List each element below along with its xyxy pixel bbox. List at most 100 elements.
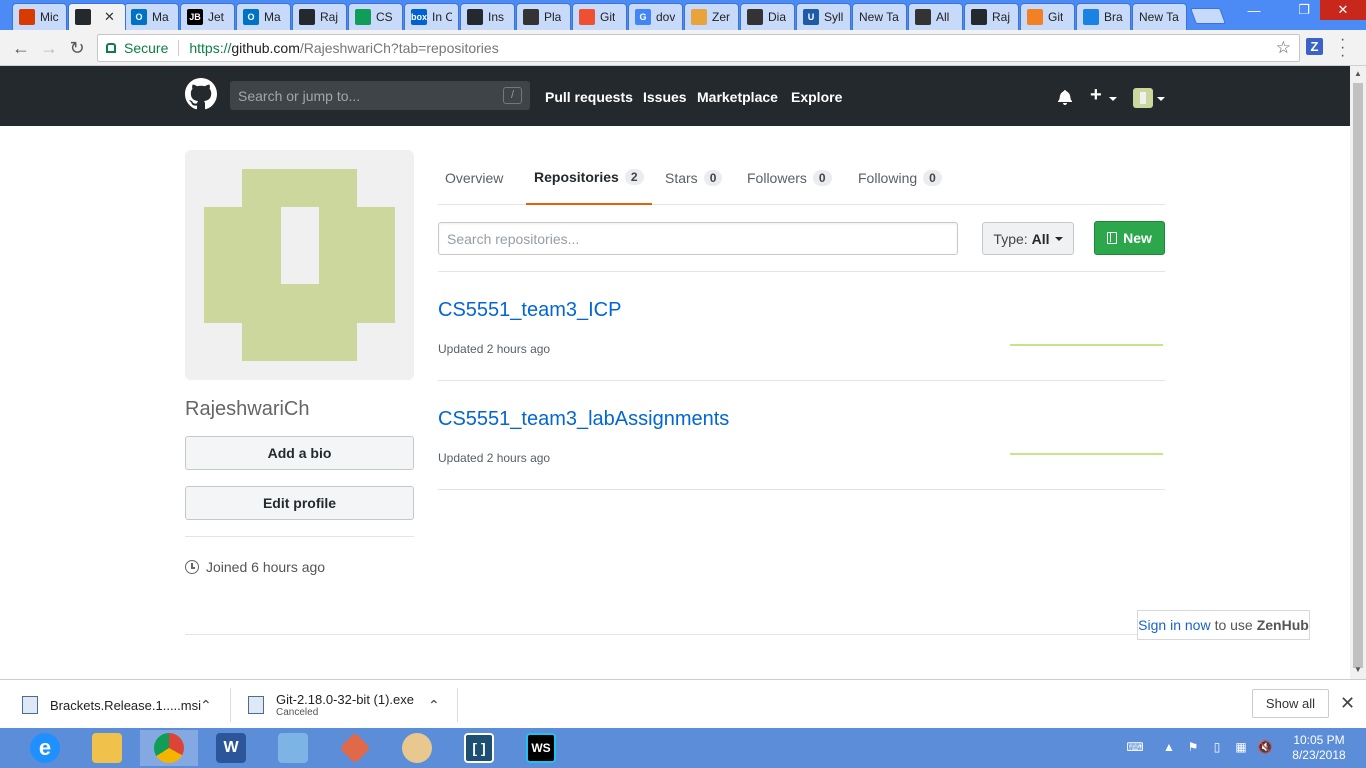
show-hidden-icons-chevron-icon[interactable]: ▲ xyxy=(1160,740,1178,756)
chrome-menu-icon[interactable]: · · · xyxy=(1340,32,1345,64)
webstorm-icon[interactable]: WS xyxy=(512,730,570,766)
browser-tab[interactable]: Gdov xyxy=(628,3,683,30)
tab-repositories[interactable]: Repositories 2 xyxy=(526,150,652,205)
zenhub-brand: ZenHub xyxy=(1256,617,1309,633)
browser-tab[interactable]: JB Jet xyxy=(180,3,235,30)
chrome-taskbar-icon[interactable] xyxy=(140,730,198,766)
window-close-icon[interactable]: ✕ xyxy=(1320,0,1366,20)
browser-tab[interactable]: Bra xyxy=(1076,3,1131,30)
keyboard-icon[interactable]: ⌨ xyxy=(1122,740,1148,756)
browser-tab[interactable]: O Ma xyxy=(124,3,179,30)
minimize-icon[interactable]: — xyxy=(1240,0,1268,20)
create-new-caret-icon[interactable] xyxy=(1109,97,1117,101)
repo-search-input[interactable] xyxy=(438,222,958,255)
tab-stars[interactable]: Stars 0 xyxy=(657,150,730,205)
type-filter-dropdown[interactable]: Type: All xyxy=(982,222,1074,255)
download-item[interactable]: Git-2.18.0-32-bit (1).exe Canceled ⌃ xyxy=(248,688,440,722)
browser-tab-label: Mic xyxy=(40,10,59,24)
signal-strength-icon[interactable]: ▦ xyxy=(1232,740,1250,756)
browser-tab[interactable]: Zer xyxy=(684,3,739,30)
tab-favicon-icon xyxy=(971,9,987,25)
bookmark-star-icon[interactable]: ☆ xyxy=(1276,38,1291,58)
zenhub-signin-link[interactable]: Sign in now xyxy=(1138,617,1210,633)
browser-tab[interactable]: box In C xyxy=(404,3,459,30)
git-gui-icon[interactable] xyxy=(326,730,384,766)
browser-tab[interactable]: U Syll xyxy=(796,3,851,30)
browser-tab-strip: Mic ✕ O Ma JB Jet O Ma Raj CS box In C Ins Pla Git Gdov… xyxy=(0,0,1366,30)
chevron-down-icon xyxy=(1054,236,1063,241)
user-menu-caret-icon[interactable] xyxy=(1157,97,1165,101)
chevron-up-icon[interactable]: ⌃ xyxy=(428,697,440,714)
zenhub-signin-banner: Sign in now to use ZenHub xyxy=(1137,610,1310,640)
browser-tab[interactable]: CS xyxy=(348,3,403,30)
forward-arrow-icon[interactable]: → xyxy=(39,38,59,58)
system-clock[interactable]: 10:05 PM 8/23/2018 xyxy=(1284,733,1354,763)
tab-following[interactable]: Following 0 xyxy=(850,150,950,205)
page-scrollbar[interactable]: ▲ ▼ xyxy=(1350,66,1366,679)
download-filename: Git-2.18.0-32-bit (1).exe xyxy=(276,692,415,707)
browser-tab[interactable]: New Ta xyxy=(1132,3,1187,30)
back-arrow-icon[interactable]: ← xyxy=(11,38,31,58)
download-item[interactable]: Brackets.Release.1.....msi ⌃ xyxy=(22,688,212,722)
zenhub-extension-icon[interactable]: Z xyxy=(1306,38,1323,55)
browser-tab[interactable]: Raj xyxy=(964,3,1019,30)
reload-icon[interactable]: ↻ xyxy=(67,38,87,58)
repo-name-link[interactable]: CS5551_team3_labAssignments xyxy=(438,408,729,431)
repo-name-link[interactable]: CS5551_team3_ICP xyxy=(438,299,621,322)
nav-issues[interactable]: Issues xyxy=(643,89,687,105)
show-all-downloads-button[interactable]: Show all xyxy=(1252,689,1329,718)
nav-marketplace[interactable]: Marketplace xyxy=(697,89,778,105)
action-center-flag-icon[interactable]: ⚑ xyxy=(1184,740,1202,756)
notifications-bell-icon[interactable] xyxy=(1058,89,1072,105)
scroll-up-icon[interactable]: ▲ xyxy=(1354,69,1362,78)
address-bar[interactable]: Secure https://github.com/RajeshwariCh?t… xyxy=(97,34,1300,62)
scroll-down-icon[interactable]: ▼ xyxy=(1354,665,1362,674)
url-host: github.com xyxy=(231,40,300,56)
tab-overview[interactable]: Overview xyxy=(437,150,511,205)
add-bio-button[interactable]: Add a bio xyxy=(185,436,414,470)
browser-tab[interactable]: Ins xyxy=(460,3,515,30)
browser-tab-label: Jet xyxy=(208,10,225,24)
internet-explorer-icon[interactable]: e xyxy=(16,730,74,766)
browser-tab-label: Pla xyxy=(544,10,562,24)
tab-favicon-icon xyxy=(355,9,371,25)
paint-icon[interactable] xyxy=(388,730,446,766)
close-shelf-icon[interactable]: ✕ xyxy=(1340,693,1355,714)
browser-tab[interactable]: O Ma xyxy=(236,3,291,30)
browser-tab[interactable]: Mic xyxy=(12,3,67,30)
browser-tab[interactable]: ✕ xyxy=(68,3,126,30)
global-search-input[interactable] xyxy=(230,81,530,110)
word-icon[interactable]: W xyxy=(202,730,260,766)
joined-info: Joined 6 hours ago xyxy=(185,559,325,575)
browser-tab[interactable]: Raj xyxy=(292,3,347,30)
tab-close-icon[interactable]: ✕ xyxy=(104,9,115,25)
nav-explore[interactable]: Explore xyxy=(791,89,842,105)
restore-icon[interactable]: ❐ xyxy=(1290,0,1318,20)
chevron-up-icon[interactable]: ⌃ xyxy=(200,697,212,714)
browser-tab[interactable]: Git xyxy=(1020,3,1075,30)
device-icon[interactable]: ▯ xyxy=(1208,740,1226,756)
github-logo-icon[interactable] xyxy=(185,78,217,110)
new-repo-button[interactable]: New xyxy=(1094,221,1165,255)
url-protocol: https:// xyxy=(189,40,232,56)
nav-pull-requests[interactable]: Pull requests xyxy=(545,89,633,105)
browser-tab[interactable]: All xyxy=(908,3,963,30)
browser-tab[interactable]: New Ta xyxy=(852,3,907,30)
user-avatar-menu[interactable] xyxy=(1133,88,1153,108)
create-new-plus-icon[interactable]: + xyxy=(1090,84,1102,107)
brackets-icon[interactable]: [ ] xyxy=(450,730,508,766)
global-search[interactable]: / xyxy=(230,81,530,110)
control-panel-icon[interactable] xyxy=(264,730,322,766)
browser-tab-label: Zer xyxy=(712,10,730,24)
browser-tab[interactable]: Pla xyxy=(516,3,571,30)
browser-tab[interactable]: Git xyxy=(572,3,627,30)
tab-favicon-icon: O xyxy=(243,9,259,25)
scrollbar-thumb[interactable] xyxy=(1353,83,1363,668)
browser-tab-label: Git xyxy=(600,10,616,24)
file-explorer-icon[interactable] xyxy=(78,730,136,766)
tab-followers[interactable]: Followers 0 xyxy=(739,150,840,205)
edit-profile-button[interactable]: Edit profile xyxy=(185,486,414,520)
volume-muted-icon[interactable]: 🔇 xyxy=(1256,740,1274,756)
new-tab-button[interactable] xyxy=(1190,8,1226,24)
browser-tab[interactable]: Dia xyxy=(740,3,795,30)
